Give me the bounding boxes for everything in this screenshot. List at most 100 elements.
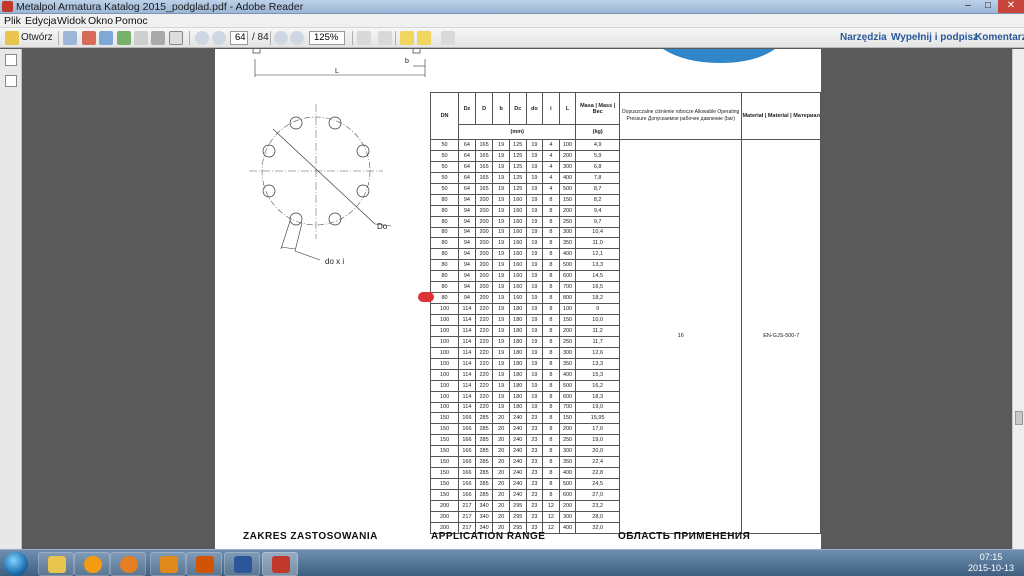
adobe-reader-icon (2, 1, 13, 12)
menu-okno[interactable]: Okno (88, 15, 113, 27)
menu-pomoc[interactable]: Pomoc (115, 15, 148, 27)
fullscreen-icon[interactable] (441, 31, 455, 45)
table-cell: 114 (458, 303, 476, 315)
tools-link[interactable]: Narzędzia (840, 31, 887, 45)
taskbar-explorer[interactable] (38, 552, 74, 576)
clock[interactable]: 07:15 2015-10-13 (965, 552, 1017, 574)
table-cell: 220 (474, 390, 494, 403)
taskbar-app[interactable] (186, 552, 222, 576)
table-cell: 100 (429, 401, 460, 414)
table-cell: 100 (429, 357, 460, 370)
taskbar-firefox[interactable] (110, 552, 146, 576)
next-page-icon[interactable] (212, 31, 226, 45)
material-value: EN-GJS-500-7 (741, 139, 821, 534)
scroll-thumb[interactable] (1015, 411, 1023, 425)
table-cell: 13,3 (575, 259, 620, 272)
comment-icon[interactable] (400, 31, 414, 45)
table-cell: 8 (542, 259, 560, 272)
table-cell: 24,5 (575, 478, 620, 490)
table-cell: 14,5 (575, 270, 620, 283)
table-cell: 23,2 (575, 499, 620, 512)
create-pdf-icon[interactable] (63, 31, 77, 45)
table-cell: 114 (458, 324, 476, 337)
page-number-input[interactable]: 64 (230, 31, 248, 45)
folder-icon (5, 31, 19, 45)
annotation-marker[interactable] (418, 292, 434, 302)
prev-page-icon[interactable] (195, 31, 209, 45)
save-icon[interactable] (134, 31, 148, 45)
header-b: b (492, 92, 510, 125)
start-button[interactable] (4, 552, 28, 576)
table-cell: 9 (575, 303, 620, 315)
header-dz: Dz (458, 92, 476, 125)
table-cell: 200 (474, 292, 494, 305)
table-cell: 160 (508, 270, 527, 283)
taskbar-outlook[interactable] (150, 552, 186, 576)
menu-widok[interactable]: Widok (57, 15, 86, 27)
table-cell: 80 (429, 226, 460, 239)
fit-width-icon[interactable] (378, 31, 392, 45)
table-cell: 19 (525, 193, 544, 206)
table-cell: 700 (558, 401, 577, 414)
email-icon[interactable] (169, 31, 183, 45)
zoom-select[interactable]: 125% (309, 31, 345, 45)
table-cell: 350 (558, 237, 577, 250)
table-cell: 200 (558, 423, 577, 436)
table-cell: 23 (525, 499, 544, 512)
table-cell: 4 (542, 182, 560, 195)
table-cell: 340 (474, 499, 494, 512)
taskbar-media[interactable] (74, 552, 110, 576)
media-player-icon (84, 556, 102, 573)
table-cell: 80 (429, 281, 460, 294)
table-cell: 8 (542, 193, 560, 206)
attachments-icon[interactable] (5, 75, 17, 87)
word-icon (234, 556, 252, 573)
label-do: Do (377, 222, 388, 231)
table-cell: 18,3 (575, 390, 620, 403)
table-cell: 19 (492, 379, 510, 392)
folder-icon (48, 556, 66, 573)
table-cell: 19 (525, 270, 544, 283)
taskbar-word[interactable] (224, 552, 260, 576)
comment-link[interactable]: Komentarz (975, 31, 1024, 45)
highlight-icon[interactable] (417, 31, 431, 45)
fit-page-icon[interactable] (357, 31, 371, 45)
table-cell: 19 (492, 182, 510, 195)
table-cell: 295 (508, 510, 527, 523)
fill-sign-link[interactable]: Wypełnij i podpisz (891, 31, 978, 45)
table-cell: 23 (525, 478, 544, 490)
vertical-scrollbar[interactable] (1012, 49, 1024, 549)
title-bar: Metalpol Armatura Katalog 2015_podglad.p… (0, 0, 1024, 14)
minimize-button[interactable]: – (958, 0, 978, 13)
cloud-icon[interactable] (117, 31, 131, 45)
table-cell: 19 (492, 346, 510, 359)
table-cell: 19 (492, 139, 510, 151)
table-cell: 19 (492, 226, 510, 239)
menu-plik[interactable]: Plik (4, 15, 21, 27)
table-cell: 150 (429, 412, 460, 425)
menu-edycja[interactable]: Edycja (25, 15, 57, 27)
share-icon[interactable] (99, 31, 113, 45)
table-cell: 220 (474, 314, 494, 326)
taskbar-adobe-reader[interactable] (262, 552, 298, 576)
table-cell: 220 (474, 324, 494, 337)
header-pressure: Dopuszczalne ciśnienie robocze Allowable… (618, 92, 743, 140)
table-cell: 100 (429, 346, 460, 359)
maximize-button[interactable]: □ (978, 0, 998, 13)
table-cell: 19 (525, 379, 544, 392)
table-cell: 50 (429, 139, 460, 151)
print-icon[interactable] (151, 31, 165, 45)
open-button[interactable]: Otwórz (21, 31, 53, 45)
page-thumbnails-icon[interactable] (5, 54, 17, 66)
table-cell: 50 (429, 182, 460, 195)
table-cell: 180 (508, 324, 527, 337)
toolbar-separator (189, 31, 190, 45)
zoom-in-icon[interactable] (290, 31, 304, 45)
zoom-out-icon[interactable] (274, 31, 288, 45)
table-cell: 600 (558, 390, 577, 403)
table-cell: 20 (492, 456, 510, 469)
edit-pdf-icon[interactable] (82, 31, 96, 45)
table-cell: 12 (542, 499, 560, 512)
close-button[interactable]: ✕ (998, 0, 1024, 13)
table-cell: 15,3 (575, 368, 620, 381)
